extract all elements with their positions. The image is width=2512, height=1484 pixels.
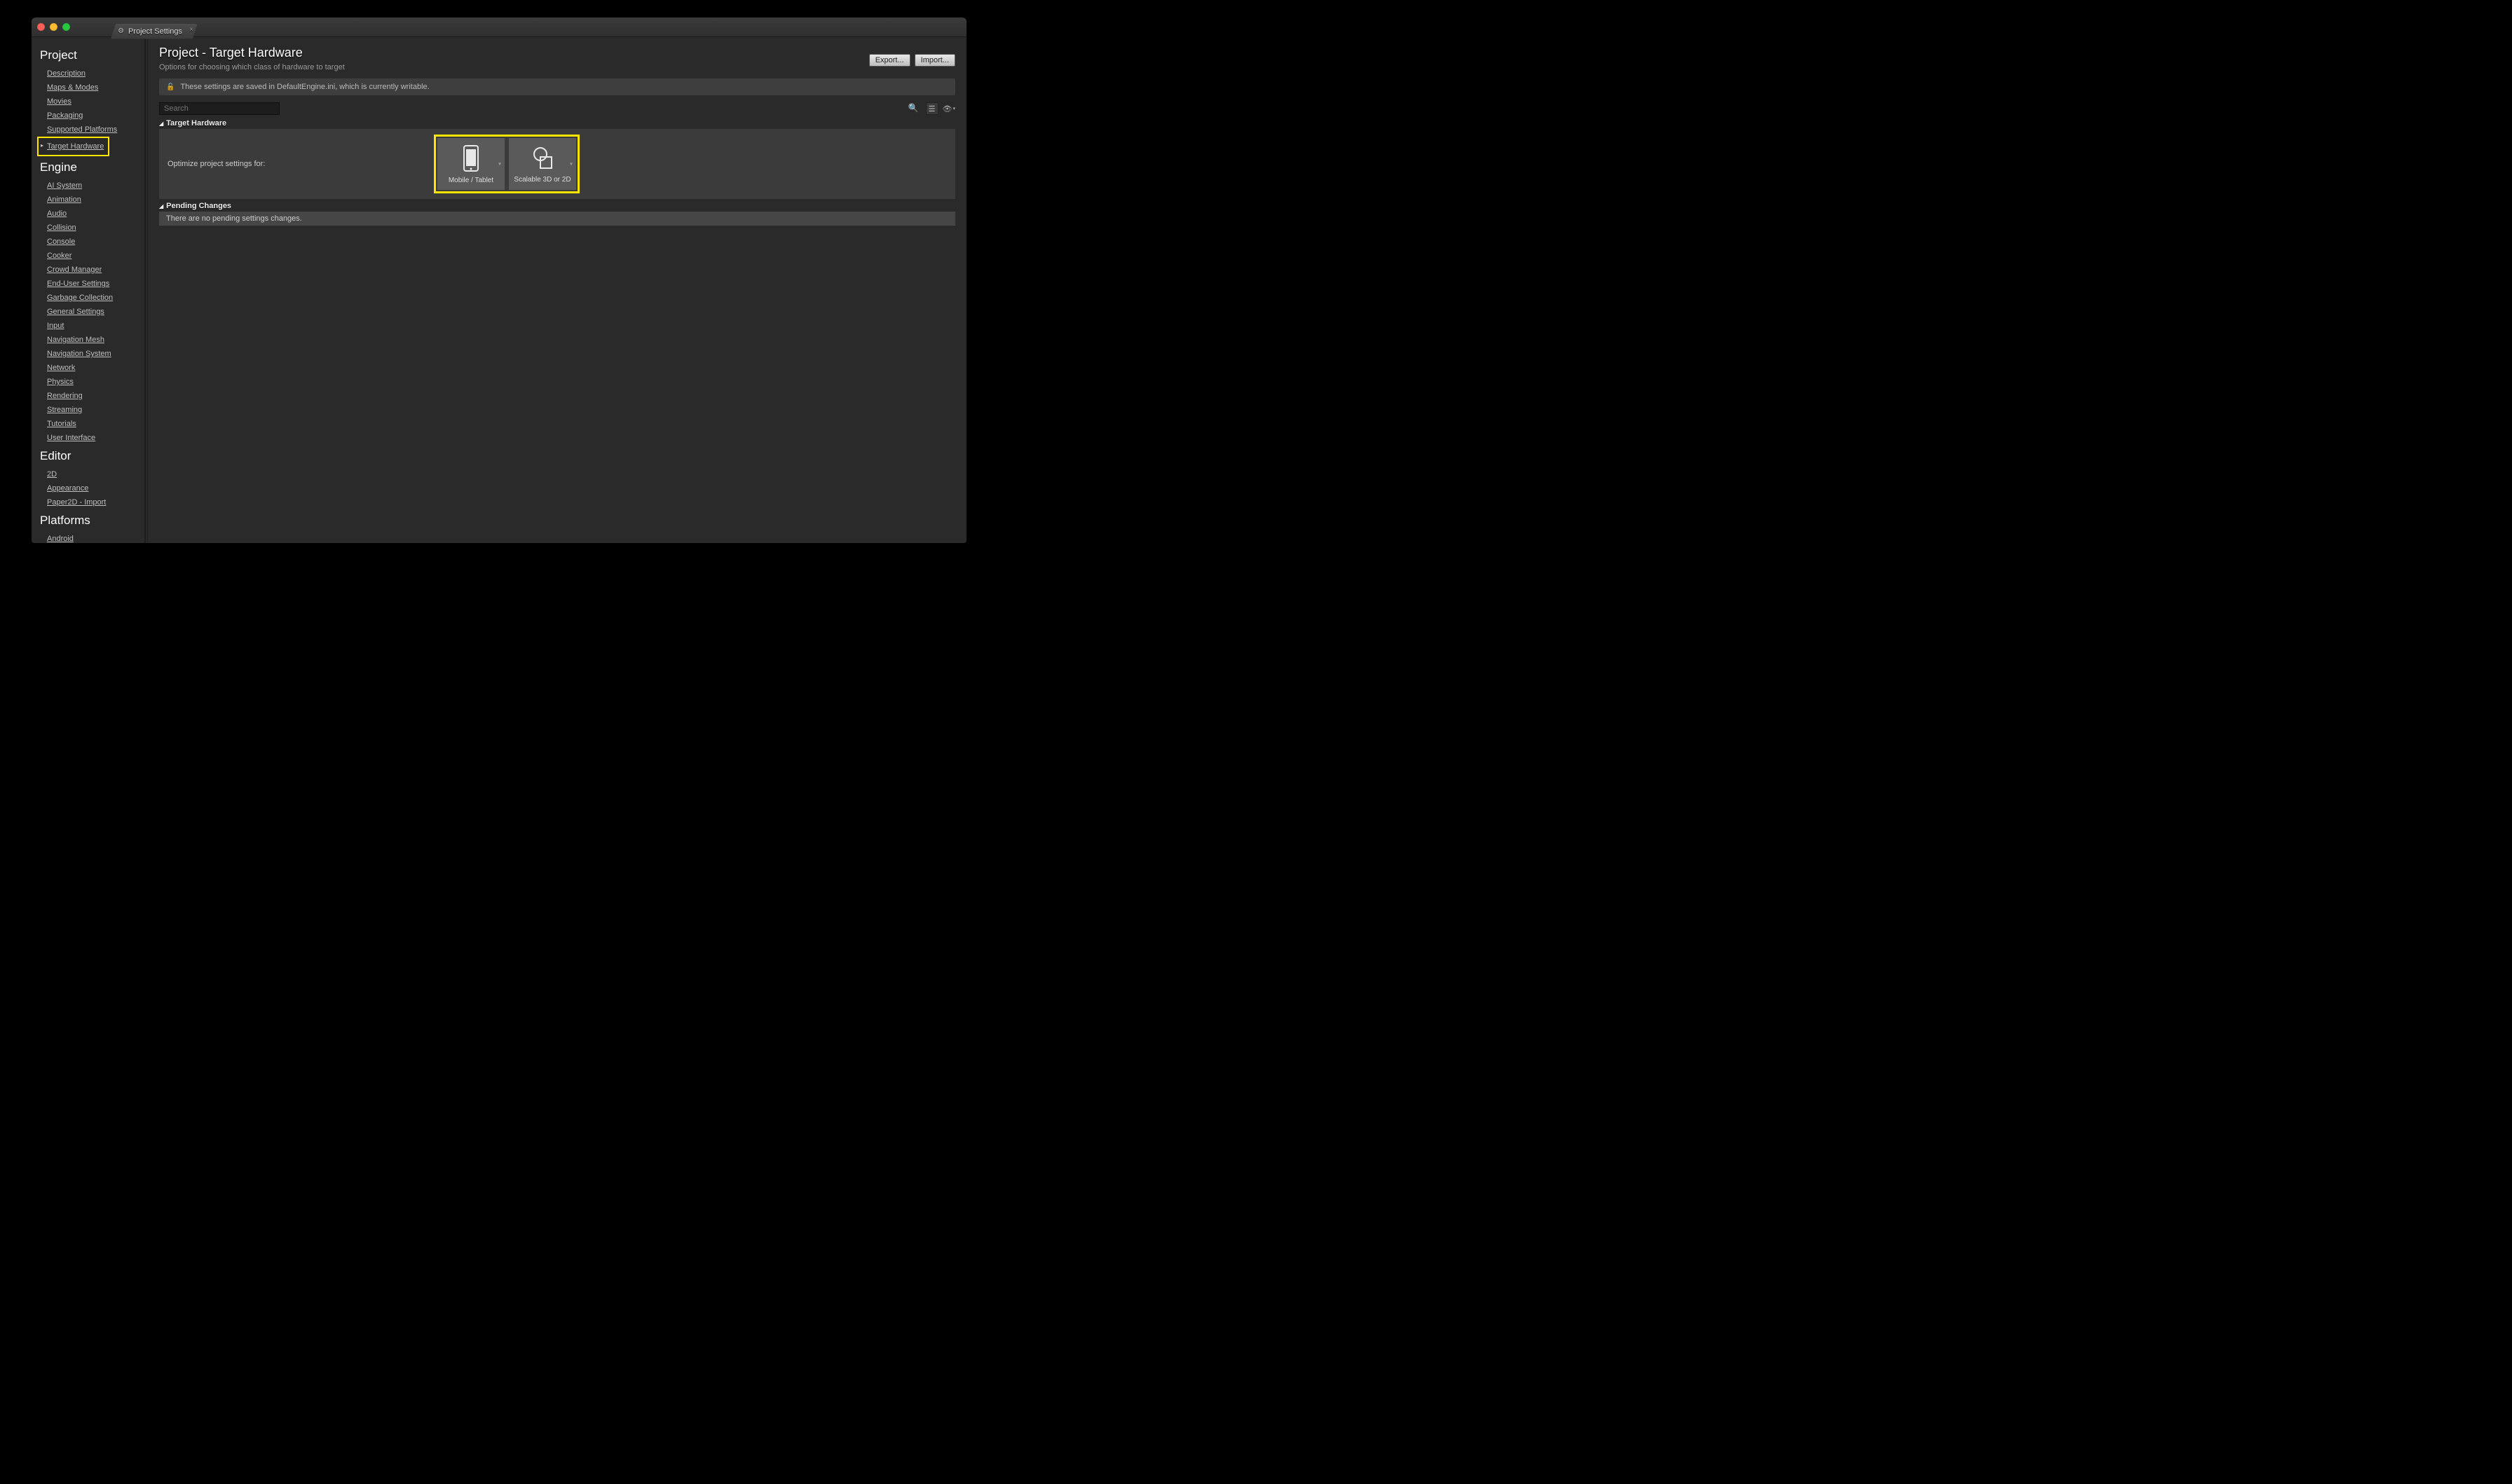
scalable-icon <box>528 145 557 172</box>
chevron-down-icon: ▾ <box>498 161 501 167</box>
sidebar-item-2d[interactable]: 2D <box>47 467 144 481</box>
zoom-window-button[interactable] <box>62 23 70 31</box>
sidebar-item-input[interactable]: Input <box>47 319 144 333</box>
sidebar-section-editor: Editor <box>40 449 144 463</box>
mobile-icon <box>461 144 481 172</box>
sidebar-item-physics[interactable]: Physics <box>47 375 144 389</box>
close-window-button[interactable] <box>37 23 45 31</box>
hardware-class-picker[interactable]: Mobile / Tablet ▾ <box>437 138 505 190</box>
chevron-down-icon: ▾ <box>953 106 955 111</box>
sidebar-item-appearance[interactable]: Appearance <box>47 481 144 495</box>
eye-icon: 👁 <box>943 104 953 114</box>
search-input[interactable] <box>159 102 280 115</box>
sidebar-item-streaming[interactable]: Streaming <box>47 403 144 417</box>
tab-title: Project Settings <box>128 27 182 36</box>
chevron-down-icon: ▾ <box>570 161 573 167</box>
main-panel: Project - Target Hardware Options for ch… <box>148 37 967 543</box>
minimize-window-button[interactable] <box>50 23 57 31</box>
list-view-button[interactable]: ☰ <box>926 102 938 115</box>
titlebar: ⚙ Project Settings × <box>32 18 967 37</box>
sidebar-item-garbage-collection[interactable]: Garbage Collection <box>47 291 144 305</box>
page-subtitle: Options for choosing which class of hard… <box>159 63 345 71</box>
sidebar-section-project: Project <box>40 48 144 62</box>
page-title: Project - Target Hardware <box>159 46 345 60</box>
sidebar-item-general-settings[interactable]: General Settings <box>47 305 144 319</box>
project-settings-window: ⚙ Project Settings × ProjectDescriptionM… <box>32 18 967 543</box>
sidebar-item-navigation-system[interactable]: Navigation System <box>47 347 144 361</box>
sidebar-item-target-hardware[interactable]: Target Hardware <box>40 139 104 153</box>
sidebar[interactable]: Project DescriptionMaps & ModesMoviesPack… <box>32 37 145 543</box>
collapse-icon: ◢ <box>159 121 163 127</box>
graphics-preset-picker[interactable]: Scalable 3D or 2D ▾ <box>509 138 576 190</box>
section-header-target-hardware[interactable]: ◢ Target Hardware <box>159 118 955 129</box>
window-controls <box>37 23 70 31</box>
sidebar-item-navigation-mesh[interactable]: Navigation Mesh <box>47 333 144 347</box>
sidebar-section-engine: Engine <box>40 160 144 174</box>
section-header-pending-changes[interactable]: ◢ Pending Changes <box>159 200 955 212</box>
hardware-pickers-highlight: Mobile / Tablet ▾ Scalable 3D or 2D ▾ <box>434 135 580 193</box>
sidebar-item-end-user-settings[interactable]: End-User Settings <box>47 277 144 291</box>
export-button[interactable]: Export... <box>869 54 910 67</box>
target-hardware-row: Optimize project settings for: Mobile / … <box>159 129 955 199</box>
sidebar-item-android[interactable]: Android <box>47 532 144 543</box>
sidebar-item-collision[interactable]: Collision <box>47 221 144 235</box>
search-icon: 🔍 <box>908 103 919 113</box>
sidebar-item-movies[interactable]: Movies <box>47 95 144 109</box>
sidebar-item-packaging[interactable]: Packaging <box>47 109 144 123</box>
sidebar-item-audio[interactable]: Audio <box>47 207 144 221</box>
sidebar-section-platforms: Platforms <box>40 514 144 528</box>
visibility-menu[interactable]: 👁 ▾ <box>943 104 955 114</box>
sidebar-item-network[interactable]: Network <box>47 361 144 375</box>
tab-project-settings[interactable]: ⚙ Project Settings × <box>111 24 198 39</box>
sidebar-item-rendering[interactable]: Rendering <box>47 389 144 403</box>
sidebar-item-paper2d-import[interactable]: Paper2D - Import <box>47 495 144 509</box>
sidebar-item-maps-modes[interactable]: Maps & Modes <box>47 81 144 95</box>
sidebar-item-tutorials[interactable]: Tutorials <box>47 417 144 431</box>
optimize-label: Optimize project settings for: <box>168 160 434 168</box>
pending-changes-text: There are no pending settings changes. <box>159 212 955 226</box>
sidebar-item-description[interactable]: Description <box>47 67 144 81</box>
sidebar-item-supported-platforms[interactable]: Supported Platforms <box>47 123 144 137</box>
sidebar-item-console[interactable]: Console <box>47 235 144 249</box>
sidebar-item-animation[interactable]: Animation <box>47 193 144 207</box>
sidebar-item-ai-system[interactable]: AI System <box>47 179 144 193</box>
gear-icon: ⚙ <box>118 27 124 35</box>
collapse-icon: ◢ <box>159 203 163 209</box>
notice-text: These settings are saved in DefaultEngin… <box>180 83 429 91</box>
sidebar-item-cooker[interactable]: Cooker <box>47 249 144 263</box>
save-notice: 🔓 These settings are saved in DefaultEng… <box>159 78 955 95</box>
sidebar-item-user-interface[interactable]: User Interface <box>47 431 144 445</box>
import-button[interactable]: Import... <box>915 54 955 67</box>
sidebar-item-crowd-manager[interactable]: Crowd Manager <box>47 263 144 277</box>
unlock-icon: 🔓 <box>166 83 175 91</box>
tab-close-icon[interactable]: × <box>189 26 193 34</box>
